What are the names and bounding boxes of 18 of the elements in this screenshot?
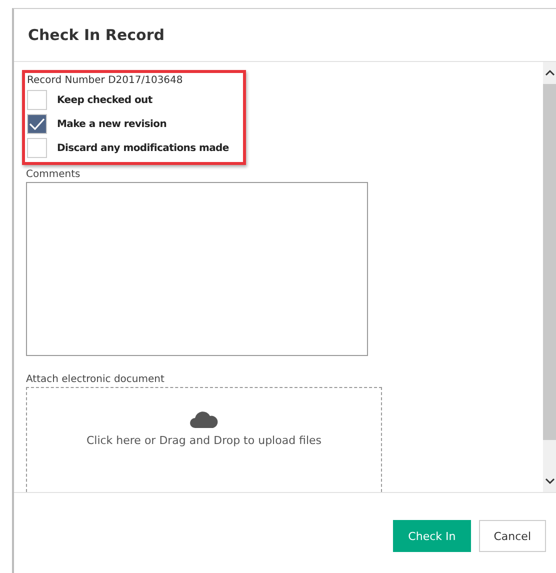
checkbox-label: Keep checked out: [57, 94, 152, 106]
checkbox-label: Discard any modifications made: [57, 142, 229, 154]
record-number: Record Number D2017/103648: [27, 75, 184, 86]
attach-label: Attach electronic document: [26, 374, 166, 385]
scrollbar[interactable]: [543, 62, 556, 492]
comments-field[interactable]: [26, 182, 368, 356]
drop-text: Click here or Drag and Drop to upload files: [86, 434, 322, 447]
cancel-button[interactable]: Cancel: [478, 520, 546, 552]
upload-drop-zone[interactable]: Click here or Drag and Drop to upload files: [26, 386, 382, 492]
checkbox-label: Make a new revision: [57, 118, 167, 130]
checkbox[interactable]: [27, 90, 47, 110]
comments-label: Comments: [26, 169, 82, 180]
checkbox[interactable]: [27, 114, 47, 134]
checkbox[interactable]: [27, 138, 47, 158]
cloud-icon: [190, 410, 218, 428]
dialog-title: Check In Record: [28, 26, 164, 44]
scroll-thumb[interactable]: [543, 84, 556, 440]
checkmark-icon: [29, 118, 45, 130]
